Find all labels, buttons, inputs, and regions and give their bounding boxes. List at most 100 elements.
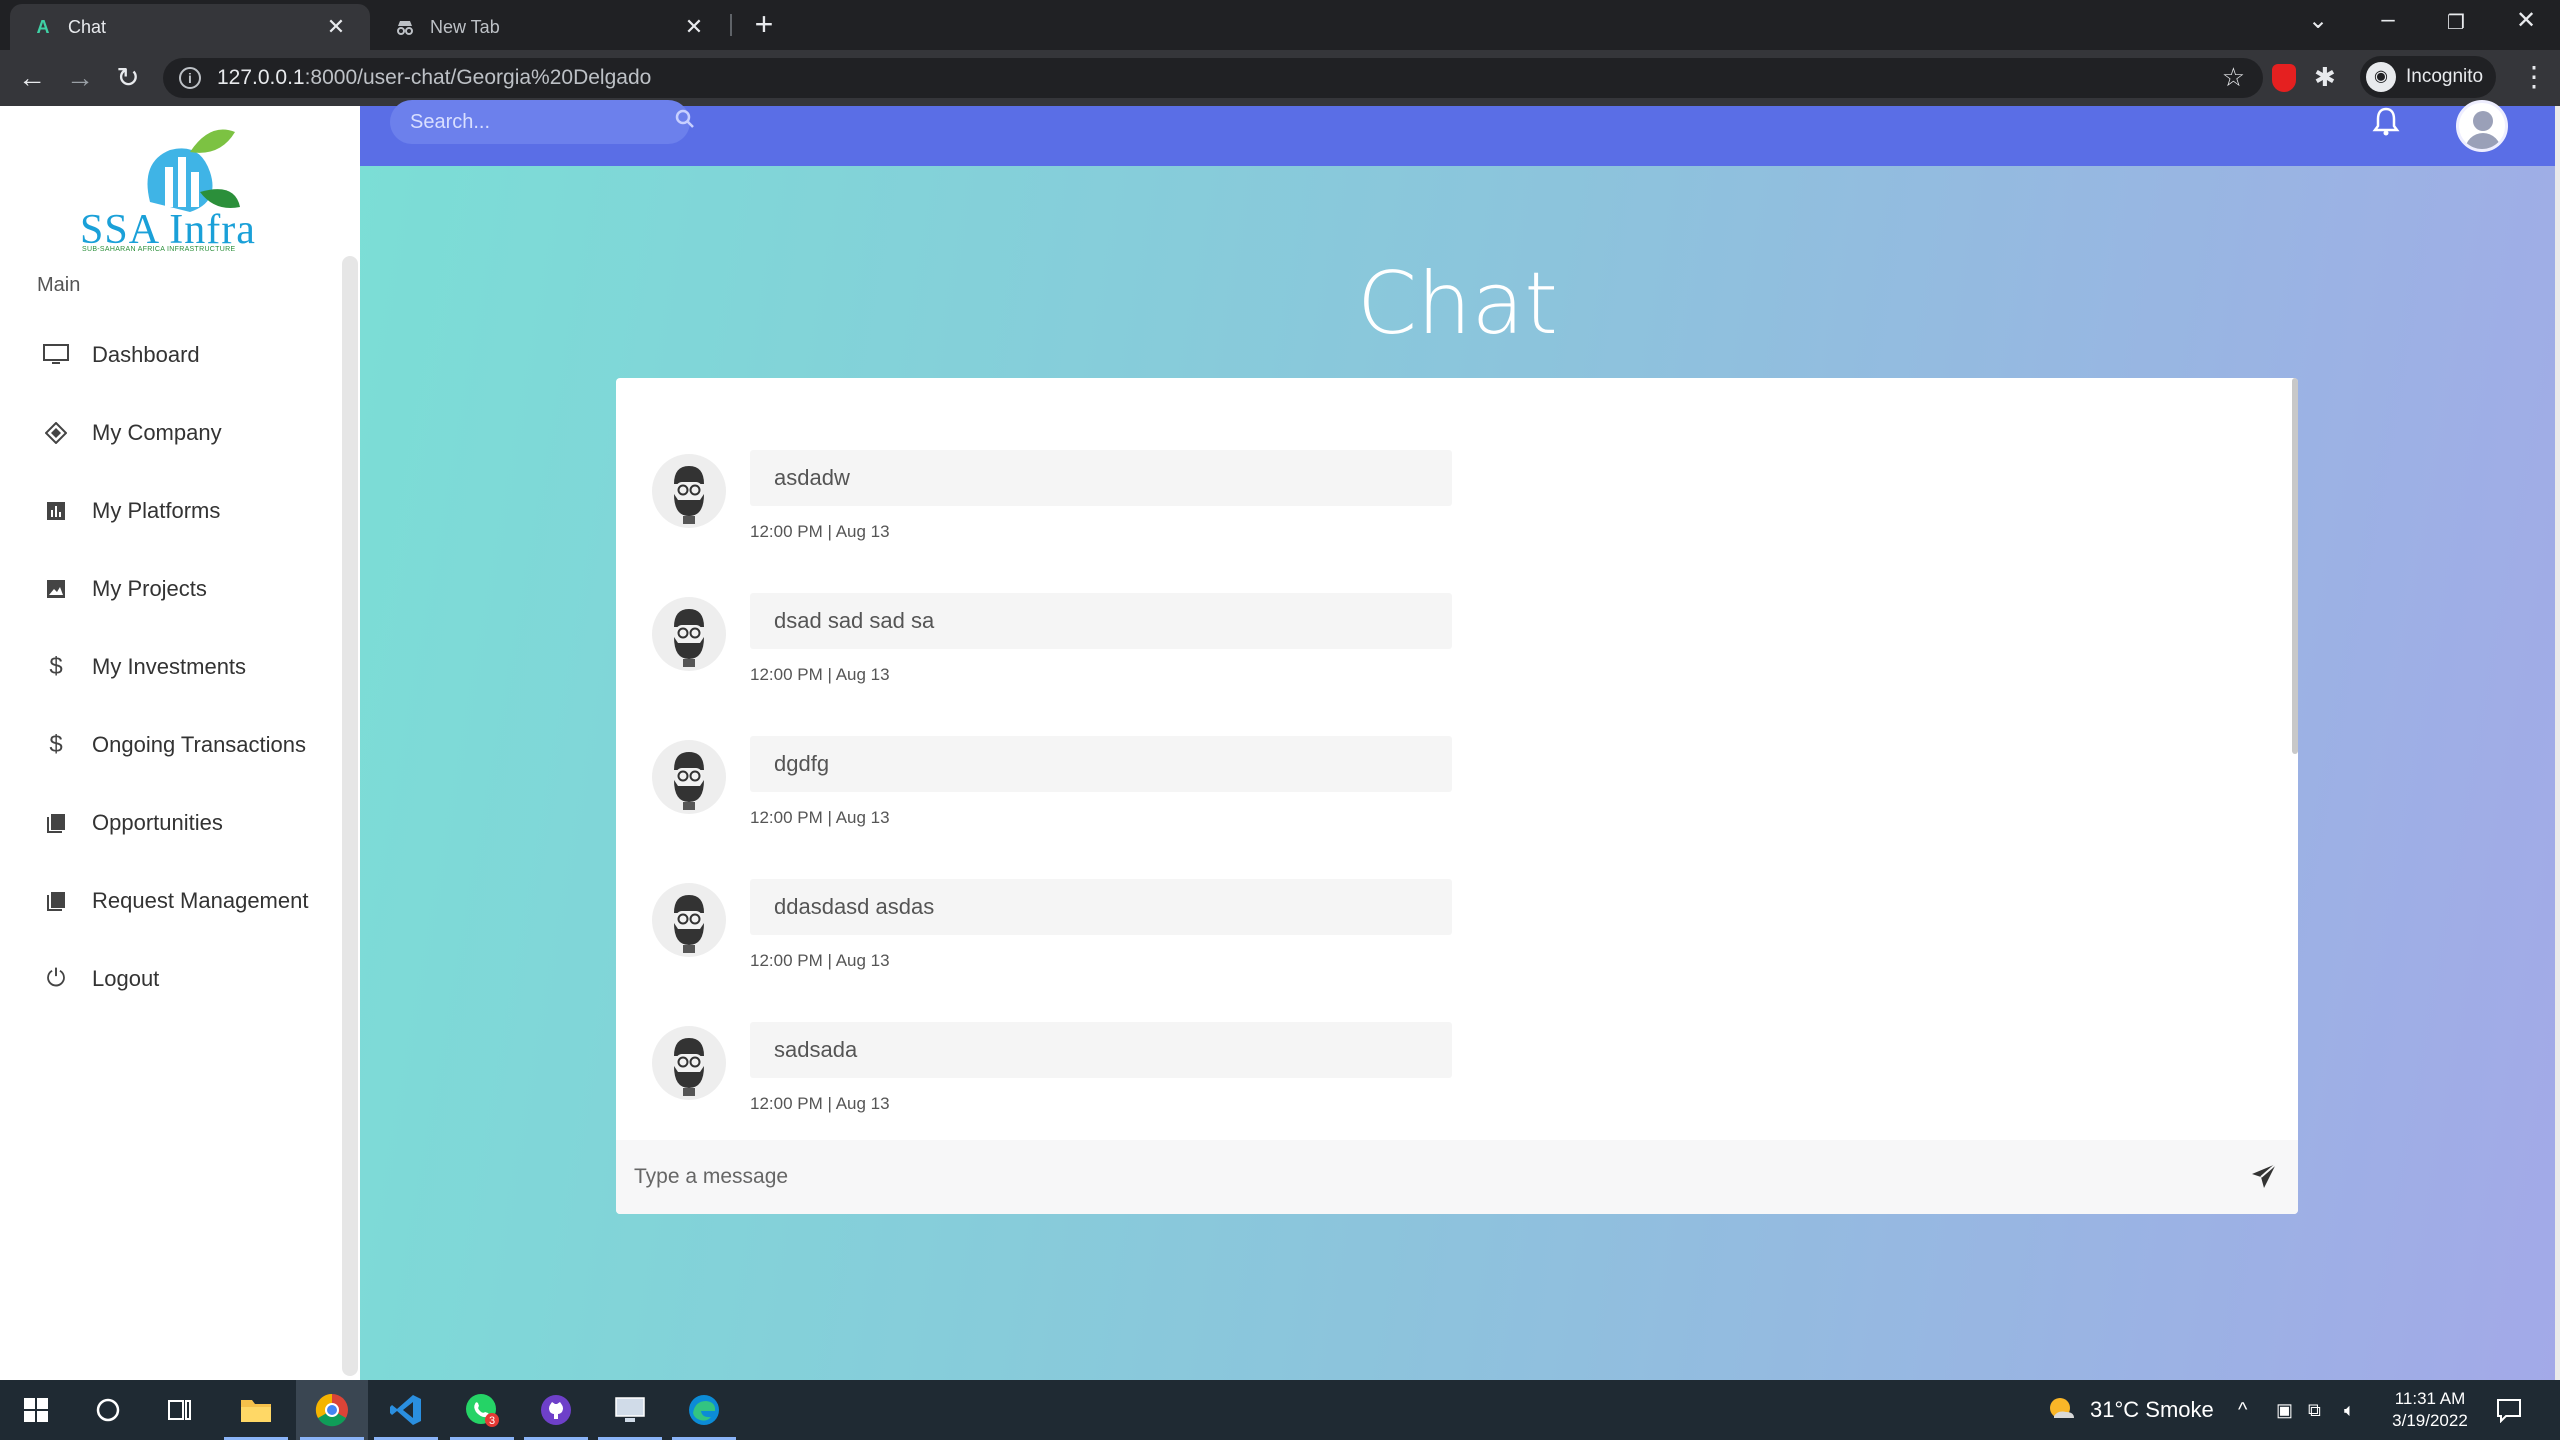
send-icon[interactable] <box>2250 1162 2280 1192</box>
chat-message: asdadw 12:00 PM | Aug 13 <box>652 450 1452 570</box>
chat-message: dsad sad sad sa 12:00 PM | Aug 13 <box>652 593 1452 713</box>
back-icon[interactable]: ← <box>14 60 50 96</box>
sidebar-item-my-projects[interactable]: My Projects <box>40 564 340 614</box>
dollar-icon: $ <box>49 653 63 680</box>
forward-icon[interactable]: → <box>62 60 98 96</box>
file-explorer-icon[interactable] <box>220 1380 292 1440</box>
sidebar-item-request-management[interactable]: Request Management <box>40 876 340 926</box>
message-timestamp: 12:00 PM | Aug 13 <box>750 665 890 684</box>
tab-search-icon[interactable]: ⌄ <box>2298 6 2338 35</box>
extensions-puzzle-icon[interactable]: ✱ <box>2314 62 2336 93</box>
url-field[interactable]: i 127.0.0.1:8000/user-chat/Georgia%20Del… <box>163 58 2263 98</box>
site-info-icon[interactable]: i <box>179 67 201 89</box>
chat-scrollbar[interactable] <box>2292 378 2298 754</box>
sidebar-item-dashboard[interactable]: Dashboard <box>40 330 340 380</box>
sidebar-item-my-company[interactable]: My Company <box>40 408 340 458</box>
message-timestamp: 12:00 PM | Aug 13 <box>750 808 890 827</box>
sidebar-item-label: My Platforms <box>92 498 221 523</box>
message-bubble: ddasdasd asdas <box>750 879 1452 935</box>
network-icon[interactable]: ⧉ <box>2308 1380 2321 1440</box>
windows-start-icon[interactable] <box>0 1380 72 1440</box>
task-view-icon[interactable] <box>144 1380 216 1440</box>
sidebar-item-ongoing-transactions[interactable]: $ Ongoing Transactions <box>40 720 340 770</box>
search-icon[interactable] <box>675 109 695 135</box>
dollar-icon: $ <box>49 731 63 758</box>
page-title: Chat <box>1357 254 1558 354</box>
tab-separator <box>730 14 732 36</box>
message-timestamp: 12:00 PM | Aug 13 <box>750 951 890 970</box>
top-navbar <box>360 100 2555 166</box>
book-icon <box>40 885 72 917</box>
system-clock[interactable]: 11:31 AM 3/19/2022 <box>2380 1388 2480 1432</box>
close-icon[interactable]: ✕ <box>682 14 706 40</box>
weather-text: 31°C Smoke <box>2090 1397 2214 1422</box>
browser-tab-strip: A Chat ✕ New Tab ✕ + ⌄ – ❐ ✕ <box>0 0 2560 50</box>
tab-title: Chat <box>68 16 107 37</box>
chat-message: dgdfg 12:00 PM | Aug 13 <box>652 736 1452 856</box>
sender-avatar <box>652 1026 726 1100</box>
image-icon <box>40 573 72 605</box>
sidebar-scrollbar[interactable] <box>342 256 358 1376</box>
tray-chevron-icon[interactable]: ^ <box>2238 1380 2247 1440</box>
close-window-icon[interactable]: ✕ <box>2506 6 2546 35</box>
sidebar-item-label: My Company <box>92 420 222 445</box>
clock-time: 11:31 AM <box>2394 1389 2466 1408</box>
user-avatar[interactable] <box>2456 100 2508 152</box>
message-composer <box>616 1140 2298 1214</box>
chrome-icon[interactable] <box>296 1380 368 1440</box>
site-favicon: A <box>36 16 50 37</box>
message-timestamp: 12:00 PM | Aug 13 <box>750 1094 890 1113</box>
reload-icon[interactable]: ↻ <box>110 60 146 96</box>
sidebar-item-my-investments[interactable]: $ My Investments <box>40 642 340 692</box>
diamond-icon <box>40 417 72 449</box>
search-input[interactable] <box>410 110 675 134</box>
bookmark-star-icon[interactable]: ☆ <box>2222 62 2245 93</box>
address-bar: ← → ↻ i 127.0.0.1:8000/user-chat/Georgia… <box>0 50 2560 106</box>
sidebar-item-opportunities[interactable]: Opportunities <box>40 798 340 848</box>
message-input[interactable] <box>634 1165 2250 1189</box>
chat-message: ddasdasd asdas 12:00 PM | Aug 13 <box>652 879 1452 999</box>
new-tab-button[interactable]: + <box>746 6 782 43</box>
search-box <box>390 100 694 144</box>
weather-widget[interactable]: 31°C Smoke <box>2046 1380 2214 1440</box>
incognito-profile-button[interactable]: ◉ Incognito <box>2360 56 2496 98</box>
sidebar-item-label: Ongoing Transactions <box>92 732 307 757</box>
message-timestamp: 12:00 PM | Aug 13 <box>750 522 890 541</box>
edge-icon[interactable] <box>668 1380 740 1440</box>
tab-chat[interactable]: A Chat ✕ <box>10 4 370 50</box>
page-scrollbar[interactable] <box>2555 106 2560 1380</box>
minimize-icon[interactable]: – <box>2368 6 2408 34</box>
message-bubble: dgdfg <box>750 736 1452 792</box>
message-bubble: asdadw <box>750 450 1452 506</box>
cortana-search-icon[interactable] <box>72 1380 144 1440</box>
weather-sun-icon <box>2050 1398 2074 1418</box>
sidebar: SSA Infra SUB-SAHARAN AFRICA INFRASTRUCT… <box>0 106 360 1380</box>
close-icon[interactable]: ✕ <box>324 14 348 40</box>
url-text: 127.0.0.1:8000/user-chat/Georgia%20Delga… <box>217 66 652 89</box>
clock-date: 3/19/2022 <box>2392 1411 2468 1430</box>
sender-avatar <box>652 597 726 671</box>
sender-avatar <box>652 883 726 957</box>
notification-bell-icon[interactable] <box>2372 106 2400 144</box>
tab-new-tab[interactable]: New Tab ✕ <box>372 4 728 50</box>
extension-icon[interactable] <box>2272 64 2296 92</box>
sidebar-item-label: My Investments <box>92 654 247 679</box>
notification-center-icon[interactable] <box>2496 1380 2522 1440</box>
vscode-icon[interactable] <box>370 1380 442 1440</box>
sidebar-item-logout[interactable]: ⏻ Logout <box>40 954 340 1004</box>
chat-message: sadsada 12:00 PM | Aug 13 <box>652 1022 1452 1142</box>
meet-now-icon[interactable]: ▣ <box>2276 1380 2293 1440</box>
github-desktop-icon[interactable] <box>520 1380 592 1440</box>
volume-icon[interactable]: 🔈︎ <box>2344 1380 2355 1440</box>
whatsapp-icon[interactable]: 3 <box>446 1380 518 1440</box>
sidebar-section-label: Main <box>37 274 81 296</box>
power-icon: ⏻ <box>46 965 66 992</box>
windows-taskbar: 3 31°C Smoke ^ ▣ ⧉ 🔈︎ 11:31 AM 3/19/2022 <box>0 1380 2560 1440</box>
restore-icon[interactable]: ❐ <box>2436 10 2476 35</box>
book-icon <box>40 807 72 839</box>
browser-menu-icon[interactable]: ⋮ <box>2520 60 2548 93</box>
sidebar-item-label: Logout <box>92 966 160 991</box>
remote-desktop-icon[interactable] <box>594 1380 666 1440</box>
sender-avatar <box>652 740 726 814</box>
sidebar-item-my-platforms[interactable]: My Platforms <box>40 486 340 536</box>
